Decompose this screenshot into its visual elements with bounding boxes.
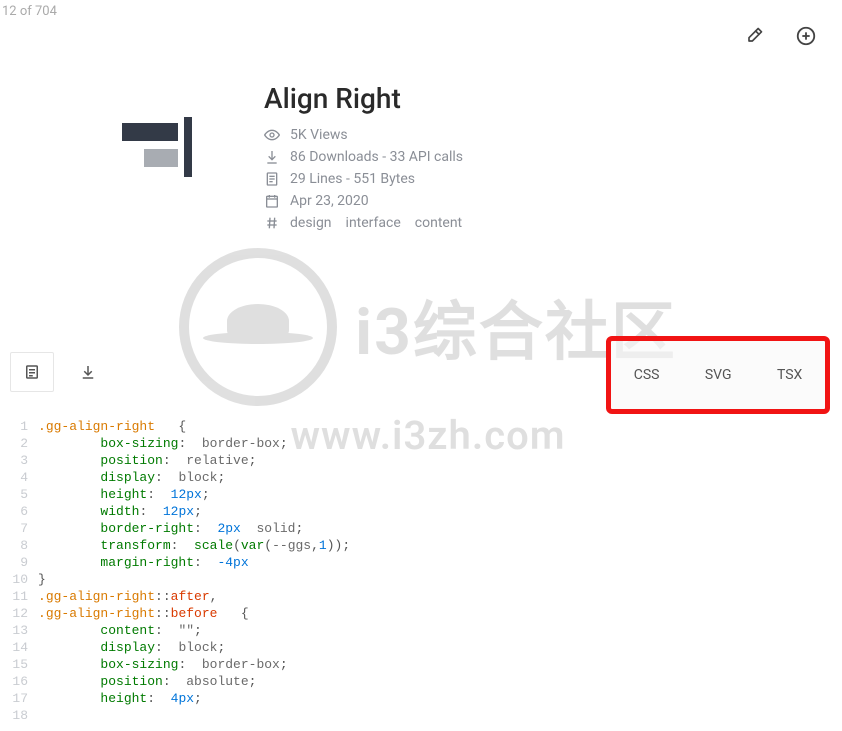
format-tabs: CSS SVG TSX: [606, 336, 830, 414]
calendar-icon: [264, 193, 280, 209]
copy-button[interactable]: [10, 352, 54, 392]
meta-date: Apr 23, 2020: [264, 193, 463, 209]
tab-svg[interactable]: SVG: [697, 349, 740, 401]
tab-css[interactable]: CSS: [626, 349, 668, 401]
icon-info: Align Right 5K Views 86 Downloads - 33 A…: [264, 82, 463, 237]
icon-detail-header: Align Right 5K Views 86 Downloads - 33 A…: [72, 82, 463, 237]
downloads-text: 86 Downloads - 33 API calls: [290, 149, 463, 165]
add-icon[interactable]: [794, 24, 818, 48]
date-text: Apr 23, 2020: [290, 193, 369, 209]
meta-downloads: 86 Downloads - 33 API calls: [264, 149, 463, 165]
tag-item[interactable]: design: [290, 215, 332, 231]
code-block: 123456789101112131415161718 .gg-align-ri…: [0, 418, 842, 731]
tags-list: design interface content: [290, 215, 462, 231]
lines-text: 29 Lines - 551 Bytes: [290, 171, 415, 187]
eyedropper-icon[interactable]: [742, 24, 766, 48]
download-button[interactable]: [66, 352, 110, 392]
file-icon: [264, 171, 280, 187]
tag-item[interactable]: interface: [346, 215, 401, 231]
meta-views: 5K Views: [264, 127, 463, 143]
tag-item[interactable]: content: [415, 215, 462, 231]
align-right-icon: [112, 117, 192, 177]
code-content[interactable]: .gg-align-right { box-sizing: border-box…: [38, 418, 350, 731]
pagination-counter: 12 of 704: [2, 4, 57, 19]
eye-icon: [264, 127, 280, 143]
views-text: 5K Views: [290, 127, 348, 143]
download-icon: [264, 149, 280, 165]
meta-tags: design interface content: [264, 215, 463, 231]
top-actions: [742, 24, 818, 48]
meta-lines: 29 Lines - 551 Bytes: [264, 171, 463, 187]
icon-preview: [72, 82, 232, 212]
line-gutter: 123456789101112131415161718: [0, 418, 38, 731]
hash-icon: [264, 215, 280, 231]
tab-tsx[interactable]: TSX: [769, 349, 810, 401]
page-title: Align Right: [264, 82, 463, 115]
